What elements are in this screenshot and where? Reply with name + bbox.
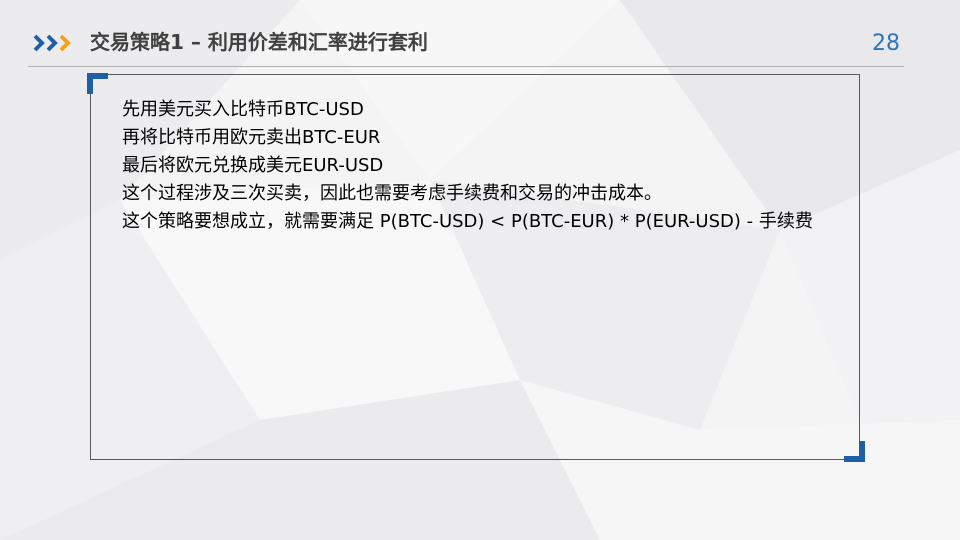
content-line: 再将比特币用欧元卖出BTC-EUR — [122, 127, 381, 148]
corner-accent-bottom-right — [844, 441, 865, 462]
page-number: 28 — [872, 31, 900, 56]
content-line: 这个策略要想成立，就需要满足 P(BTC-USD) < P(BTC-EUR) *… — [122, 211, 813, 232]
content-line: 最后将欧元兑换成美元EUR-USD — [122, 155, 384, 176]
slide-header: 交易策略1 – 利用价差和汇率进行套利 28 — [0, 0, 960, 70]
chevrons-icon — [33, 34, 71, 52]
header-divider — [28, 66, 904, 67]
slide-title: 交易策略1 – 利用价差和汇率进行套利 — [90, 30, 428, 54]
content-line: 这个过程涉及三次买卖，因此也需要考虑手续费和交易的冲击成本。 — [122, 183, 662, 204]
content-line: 先用美元买入比特币BTC-USD — [122, 99, 364, 120]
corner-accent-top-left — [87, 73, 108, 94]
content-body: 先用美元买入比特币BTC-USD 再将比特币用欧元卖出BTC-EUR 最后将欧元… — [122, 96, 834, 236]
